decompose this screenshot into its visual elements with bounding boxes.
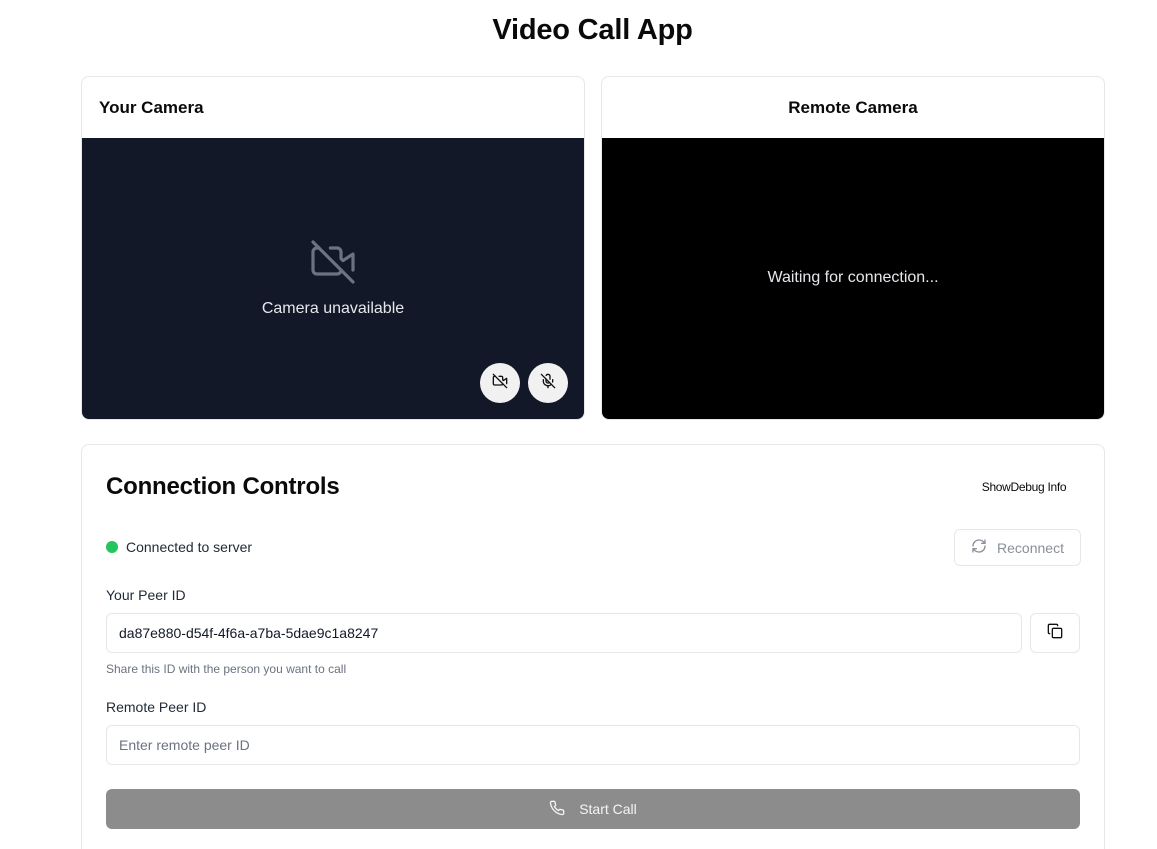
- local-camera-title: Your Camera: [99, 97, 204, 117]
- connection-status: Connected to server: [106, 539, 252, 555]
- toggle-camera-button[interactable]: [480, 363, 520, 403]
- connection-controls-card: Connection Controls ShowDebug Info Conne…: [81, 444, 1105, 849]
- local-video-area: Camera unavailable: [82, 138, 584, 419]
- remote-camera-card: Remote Camera Waiting for connection...: [601, 76, 1105, 420]
- remote-peer-id-input[interactable]: [106, 725, 1080, 765]
- app-title: Video Call App: [492, 14, 693, 46]
- status-indicator-dot: [106, 541, 118, 553]
- refresh-icon: [971, 538, 987, 557]
- phone-icon: [549, 800, 565, 819]
- mic-off-icon: [540, 373, 556, 394]
- reconnect-button[interactable]: Reconnect: [954, 529, 1081, 566]
- peer-id-hint: Share this ID with the person you want t…: [106, 662, 347, 676]
- start-call-button[interactable]: Start Call: [106, 789, 1080, 829]
- camera-off-icon: [309, 238, 357, 291]
- reconnect-label: Reconnect: [997, 539, 1064, 556]
- peer-id-field[interactable]: [106, 613, 1022, 653]
- toggle-mic-button[interactable]: [528, 363, 568, 403]
- remote-video-area: Waiting for connection...: [602, 138, 1104, 419]
- remote-peer-id-label: Remote Peer ID: [106, 699, 207, 715]
- camera-unavailable-notice: Camera unavailable: [82, 238, 584, 318]
- peer-id-label: Your Peer ID: [106, 587, 186, 603]
- copy-icon: [1047, 623, 1063, 644]
- copy-peer-id-button[interactable]: [1030, 613, 1080, 653]
- remote-camera-title: Remote Camera: [788, 97, 918, 117]
- local-camera-card: Your Camera Camera unavailable: [81, 76, 585, 420]
- controls-title: Connection Controls: [106, 473, 340, 500]
- waiting-status-text: Waiting for connection...: [767, 269, 939, 286]
- camera-off-icon: [492, 373, 508, 394]
- start-call-label: Start Call: [579, 801, 637, 817]
- show-debug-info-button[interactable]: ShowDebug Info: [964, 475, 1084, 499]
- camera-unavailable-text: Camera unavailable: [261, 300, 405, 317]
- connection-status-text: Connected to server: [126, 539, 253, 555]
